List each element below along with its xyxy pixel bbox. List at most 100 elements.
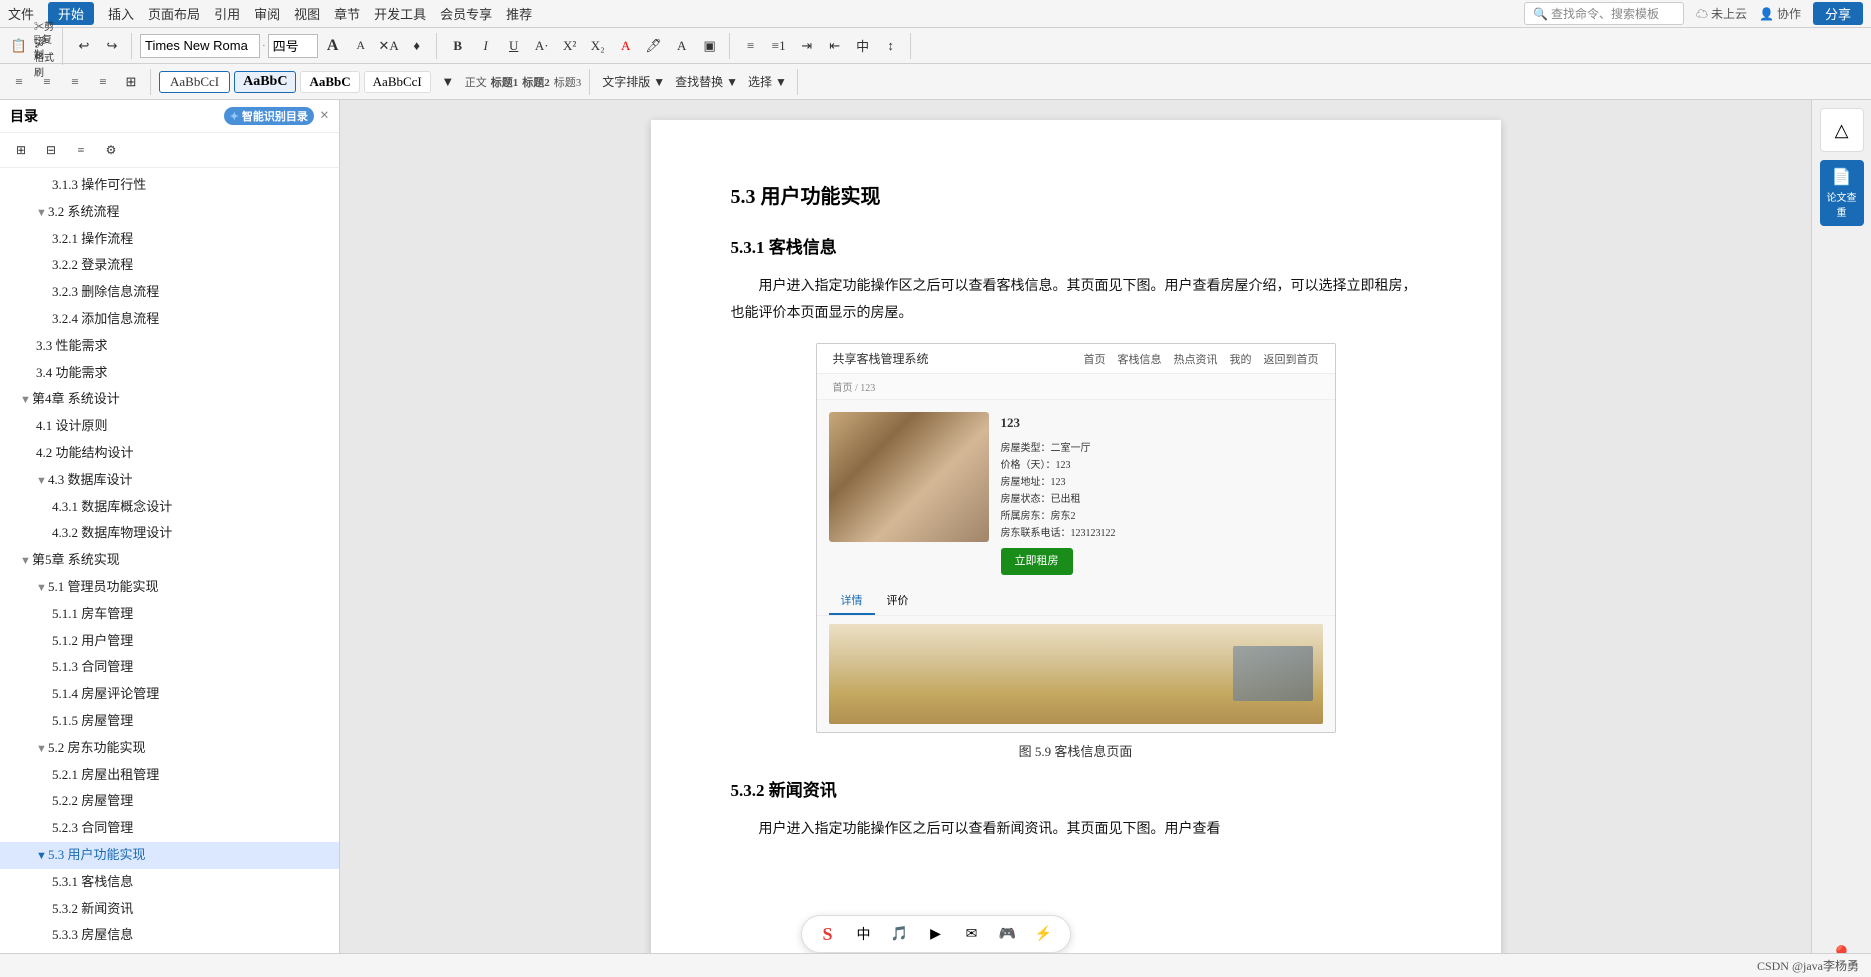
text-arrange-button[interactable]: 文字排版 ▼ bbox=[598, 69, 669, 95]
text-style-btn[interactable]: ♦ bbox=[404, 33, 430, 59]
scroll-to-top-button[interactable]: △ bbox=[1820, 108, 1864, 152]
italic-button[interactable]: I bbox=[473, 33, 499, 59]
toc-item[interactable]: 5.3.3 房屋信息 bbox=[0, 922, 339, 949]
share-button[interactable]: 分享 bbox=[1813, 2, 1863, 25]
font-size-increase[interactable]: A bbox=[320, 33, 346, 59]
strikethrough-button[interactable]: A· bbox=[529, 33, 555, 59]
menu-reference[interactable]: 引用 bbox=[214, 4, 240, 23]
font-color-button[interactable]: A bbox=[613, 33, 639, 59]
toc-item[interactable]: 4.2 功能结构设计 bbox=[0, 440, 339, 467]
wps-video-button[interactable]: ▶ bbox=[922, 920, 950, 948]
indent-increase[interactable]: ⇥ bbox=[794, 33, 820, 59]
font-name-input[interactable] bbox=[140, 34, 260, 58]
style-h1[interactable]: AaBbC bbox=[234, 71, 296, 93]
toc-item[interactable]: 5.3.1 客栈信息 bbox=[0, 869, 339, 896]
select-button[interactable]: 选择 ▼ bbox=[744, 69, 791, 95]
search-bar[interactable]: 🔍 查找命令、搜索模板 bbox=[1524, 2, 1684, 25]
line-spacing[interactable]: ↕ bbox=[878, 33, 904, 59]
text-outline[interactable]: A bbox=[669, 33, 695, 59]
redo-button[interactable]: ↪ bbox=[99, 33, 125, 59]
toc-item[interactable]: 5.2.2 房屋管理 bbox=[0, 788, 339, 815]
font-size-input[interactable] bbox=[268, 34, 318, 58]
mock-tab-review[interactable]: 评价 bbox=[875, 587, 921, 615]
clear-format[interactable]: ✕A bbox=[376, 33, 402, 59]
toc-item-active[interactable]: ▼5.3 用户功能实现 bbox=[0, 842, 339, 869]
toc-item[interactable]: ▼5.2 房东功能实现 bbox=[0, 735, 339, 762]
toc-item[interactable]: 5.1.2 用户管理 bbox=[0, 628, 339, 655]
toc-item[interactable]: ▼4.3 数据库设计 bbox=[0, 467, 339, 494]
paper-check-button[interactable]: 📄 论文查重 bbox=[1820, 160, 1864, 226]
menu-vip[interactable]: 会员专享 bbox=[440, 4, 492, 23]
align-justify[interactable]: ≡ bbox=[90, 69, 116, 95]
paragraph-1[interactable]: 用户进入指定功能操作区之后可以查看客栈信息。其页面见下图。用户查看房屋介绍，可以… bbox=[731, 274, 1421, 327]
sidebar-close-button[interactable]: × bbox=[320, 107, 329, 125]
wps-s-button[interactable]: S bbox=[814, 920, 842, 948]
document-area[interactable]: 5.3 用户功能实现 5.3.1 客栈信息 用户进入指定功能操作区之后可以查看客… bbox=[340, 100, 1811, 977]
text-box[interactable]: ▣ bbox=[697, 33, 723, 59]
ai-badge[interactable]: ✦ 智能识别目录 bbox=[224, 107, 314, 125]
toc-list-view[interactable]: ≡ bbox=[68, 137, 94, 163]
toc-item[interactable]: ▼5.1 管理员功能实现 bbox=[0, 574, 339, 601]
toc-item[interactable]: 3.3 性能需求 bbox=[0, 333, 339, 360]
undo-button[interactable]: ↩ bbox=[71, 33, 97, 59]
menu-file[interactable]: 文件 bbox=[8, 4, 34, 23]
toc-item[interactable]: 5.3.2 新闻资讯 bbox=[0, 896, 339, 923]
wps-game-button[interactable]: 🎮 bbox=[994, 920, 1022, 948]
find-replace-button[interactable]: 查找替换 ▼ bbox=[671, 69, 742, 95]
toc-settings[interactable]: ⚙ bbox=[98, 137, 124, 163]
toc-item[interactable]: ▼3.2 系统流程 bbox=[0, 199, 339, 226]
style-more[interactable]: ▼ bbox=[435, 69, 461, 95]
indent-decrease[interactable]: ⇤ bbox=[822, 33, 848, 59]
mock-tab-detail[interactable]: 详情 bbox=[829, 587, 875, 615]
toc-item[interactable]: 3.4 功能需求 bbox=[0, 360, 339, 387]
bullet-list[interactable]: ≡ bbox=[738, 33, 764, 59]
toc-item[interactable]: 4.3.1 数据库概念设计 bbox=[0, 494, 339, 521]
align-left[interactable]: ≡ bbox=[6, 69, 32, 95]
wps-mic-button[interactable]: 🎵 bbox=[886, 920, 914, 948]
toc-item[interactable]: 4.3.2 数据库物理设计 bbox=[0, 520, 339, 547]
underline-button[interactable]: U bbox=[501, 33, 527, 59]
menu-recommend[interactable]: 推荐 bbox=[506, 4, 532, 23]
menu-insert[interactable]: 插入 bbox=[108, 4, 134, 23]
toc-expand-all[interactable]: ⊞ bbox=[8, 137, 34, 163]
paste-button[interactable]: 📋 bbox=[6, 33, 32, 59]
menu-chapter[interactable]: 章节 bbox=[334, 4, 360, 23]
toc-item[interactable]: 5.1.5 房屋管理 bbox=[0, 708, 339, 735]
align-center[interactable]: ≡ bbox=[34, 69, 60, 95]
toc-item[interactable]: ▼第4章 系统设计 bbox=[0, 386, 339, 413]
wps-flash-button[interactable]: ⚡ bbox=[1030, 920, 1058, 948]
highlight-button[interactable]: 🖊 bbox=[641, 33, 667, 59]
menu-view[interactable]: 视图 bbox=[294, 4, 320, 23]
superscript-button[interactable]: X² bbox=[557, 33, 583, 59]
style-normal[interactable]: AaBbCcI bbox=[159, 71, 230, 93]
toc-item[interactable]: 3.2.3 删除信息流程 bbox=[0, 279, 339, 306]
align-distribute[interactable]: ⊞ bbox=[118, 69, 144, 95]
wps-mail-button[interactable]: ✉ bbox=[958, 920, 986, 948]
wps-chinese-button[interactable]: 中 bbox=[850, 920, 878, 948]
toc-item[interactable]: 5.1.4 房屋评论管理 bbox=[0, 681, 339, 708]
toc-item[interactable]: 5.1.1 房车管理 bbox=[0, 601, 339, 628]
toc-item[interactable]: 5.2.3 合同管理 bbox=[0, 815, 339, 842]
paragraph-2[interactable]: 用户进入指定功能操作区之后可以查看新闻资讯。其页面见下图。用户查看 bbox=[731, 817, 1421, 844]
menu-dev-tools[interactable]: 开发工具 bbox=[374, 4, 426, 23]
format-painter-button[interactable]: 🖌格式刷 bbox=[34, 53, 56, 65]
chinese-list[interactable]: 中 bbox=[850, 33, 876, 59]
subscript-button[interactable]: X₂ bbox=[585, 33, 611, 59]
numbered-list[interactable]: ≡1 bbox=[766, 33, 792, 59]
bold-button[interactable]: B bbox=[445, 33, 471, 59]
toc-item[interactable]: 5.2.1 房屋出租管理 bbox=[0, 762, 339, 789]
toc-item[interactable]: ▼第5章 系统实现 bbox=[0, 547, 339, 574]
font-size-decrease[interactable]: A bbox=[348, 33, 374, 59]
style-h3[interactable]: AaBbCcI bbox=[364, 71, 431, 93]
menu-page-layout[interactable]: 页面布局 bbox=[148, 4, 200, 23]
toc-item[interactable]: 5.1.3 合同管理 bbox=[0, 654, 339, 681]
toc-item[interactable]: 3.2.4 添加信息流程 bbox=[0, 306, 339, 333]
toc-collapse-all[interactable]: ⊟ bbox=[38, 137, 64, 163]
collab-label[interactable]: 👤 协作 bbox=[1759, 5, 1801, 22]
toc-item[interactable]: 4.1 设计原则 bbox=[0, 413, 339, 440]
align-right[interactable]: ≡ bbox=[62, 69, 88, 95]
toc-item[interactable]: 3.2.2 登录流程 bbox=[0, 252, 339, 279]
mock-rent-button[interactable]: 立即租房 bbox=[1001, 548, 1073, 575]
toc-item[interactable]: 3.1.3 操作可行性 bbox=[0, 172, 339, 199]
style-h2[interactable]: AaBbC bbox=[300, 71, 359, 93]
